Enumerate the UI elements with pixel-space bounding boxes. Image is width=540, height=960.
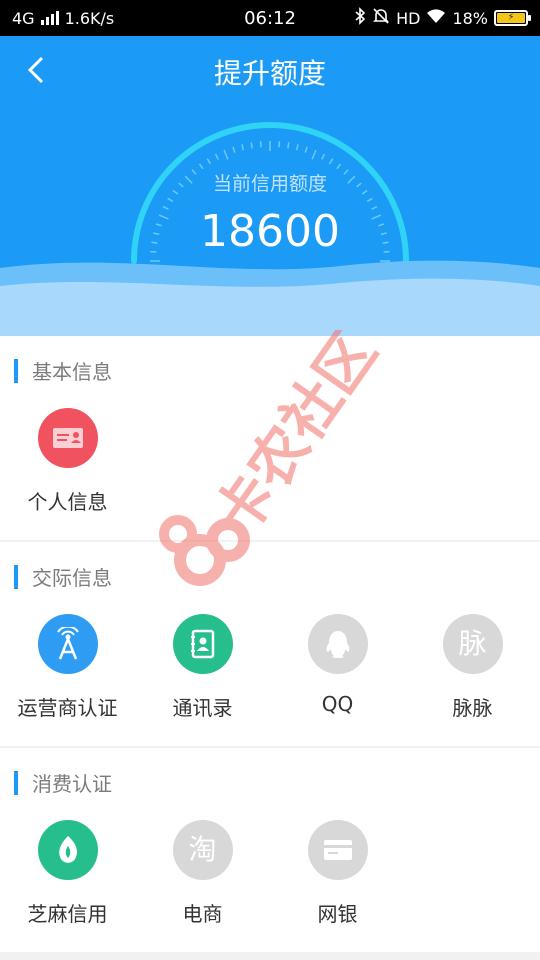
contacts-item[interactable]: 通讯录 bbox=[135, 614, 270, 721]
signal-icon bbox=[40, 11, 59, 25]
status-bar: 4G 1.6K/s 06:12 HD 18% ⚡ bbox=[0, 0, 540, 36]
personal-info-item[interactable]: 个人信息 bbox=[0, 408, 135, 515]
network-speed: 1.6K/s bbox=[64, 8, 115, 28]
bank-card-icon bbox=[307, 820, 368, 880]
carrier-verify-item[interactable]: 运营商认证 bbox=[0, 614, 135, 721]
alarm-off-icon bbox=[372, 7, 390, 29]
online-banking-item[interactable]: 网银 bbox=[270, 820, 405, 927]
section-consumption-verify: 消费认证 芝麻信用 淘 电商 网银 bbox=[0, 748, 540, 952]
contacts-book-icon bbox=[172, 614, 233, 674]
id-card-icon bbox=[37, 408, 98, 468]
maimai-icon: 脉 bbox=[442, 614, 503, 674]
section-social-info: 交际信息 运营商认证 通讯录 QQ 脉 脉脉 bbox=[0, 542, 540, 746]
battery-icon: ⚡ bbox=[494, 10, 531, 26]
sesame-icon bbox=[37, 820, 98, 880]
section-title: 消费认证 bbox=[14, 768, 112, 797]
wifi-icon bbox=[426, 8, 446, 28]
sesame-credit-item[interactable]: 芝麻信用 bbox=[0, 820, 135, 927]
section-basic-info: 基本信息 个人信息 bbox=[0, 336, 540, 540]
credit-value: 18600 bbox=[200, 206, 340, 257]
section-accent-bar bbox=[14, 358, 18, 383]
ecommerce-item[interactable]: 淘 电商 bbox=[135, 820, 270, 927]
credit-label: 当前信用额度 bbox=[212, 173, 327, 195]
bluetooth-icon bbox=[354, 7, 366, 29]
network-type: 4G bbox=[12, 8, 35, 28]
section-title: 交际信息 bbox=[14, 562, 112, 591]
signal-tower-icon bbox=[37, 614, 98, 674]
maimai-item[interactable]: 脉 脉脉 bbox=[405, 614, 540, 721]
page-title: 提升额度 bbox=[213, 57, 326, 90]
section-accent-bar bbox=[14, 770, 18, 795]
section-accent-bar bbox=[14, 564, 18, 589]
battery-percent: 18% bbox=[452, 8, 488, 28]
credit-header: 提升额度 当前信用额度 18600 bbox=[0, 36, 540, 336]
section-title: 基本信息 bbox=[14, 356, 112, 385]
qq-item[interactable]: QQ bbox=[270, 614, 405, 716]
hd-indicator: HD bbox=[396, 8, 421, 28]
qq-penguin-icon bbox=[307, 614, 368, 674]
taobao-icon: 淘 bbox=[172, 820, 233, 880]
